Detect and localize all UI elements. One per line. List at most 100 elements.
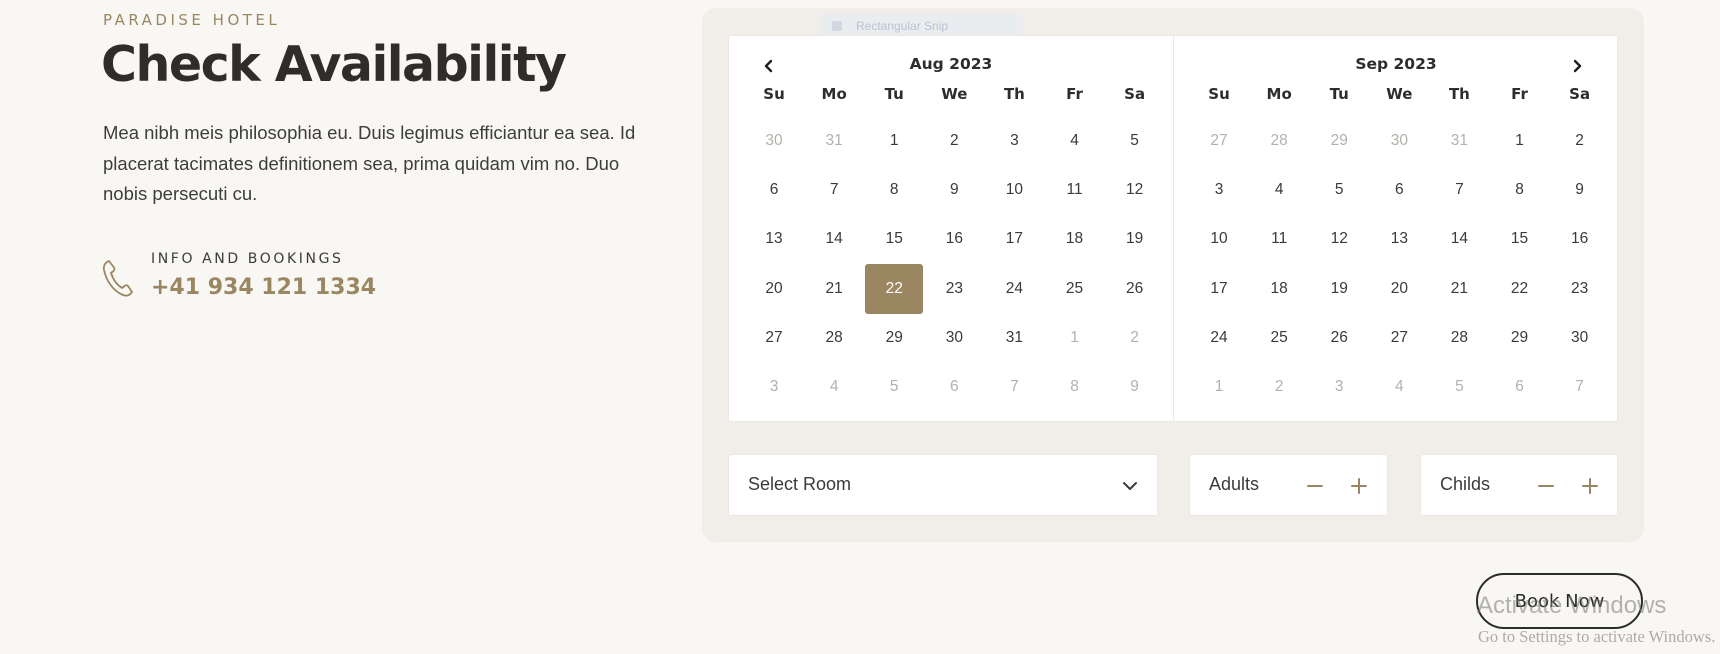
calendar-day[interactable]: 7	[984, 362, 1044, 411]
calendar-day[interactable]: 9	[924, 165, 984, 214]
adults-decrement-button[interactable]	[1302, 473, 1328, 499]
calendar-day[interactable]: 15	[864, 215, 924, 264]
calendar-day[interactable]: 2	[1249, 362, 1309, 411]
calendar-day[interactable]: 1	[1489, 116, 1549, 165]
calendar-day[interactable]: 31	[804, 116, 864, 165]
calendar-day[interactable]: 26	[1105, 264, 1165, 313]
calendar-day[interactable]: 27	[1189, 116, 1249, 165]
calendar-day-number: 19	[1125, 230, 1144, 248]
calendar-day[interactable]: 30	[1369, 116, 1429, 165]
calendar-day[interactable]: 22	[1489, 264, 1549, 313]
calendar-day[interactable]: 2	[1550, 116, 1610, 165]
calendar-day[interactable]: 30	[1550, 313, 1610, 362]
calendar-day[interactable]: 28	[1429, 313, 1489, 362]
calendar-day[interactable]: 7	[1429, 165, 1489, 214]
calendar-day[interactable]: 16	[924, 215, 984, 264]
calendar-day-selected[interactable]: 22	[864, 263, 924, 314]
calendar-day[interactable]: 1	[1189, 362, 1249, 411]
calendar-day-number: 8	[1070, 378, 1079, 396]
calendar-day[interactable]: 28	[1249, 116, 1309, 165]
calendar-day[interactable]: 25	[1249, 313, 1309, 362]
calendar-day[interactable]: 5	[1105, 116, 1165, 165]
calendar-day[interactable]: 16	[1550, 215, 1610, 264]
calendar-day[interactable]: 20	[1369, 264, 1429, 313]
calendar-day[interactable]: 31	[984, 313, 1044, 362]
calendar-day[interactable]: 18	[1044, 215, 1104, 264]
calendar-day[interactable]: 17	[984, 215, 1044, 264]
calendar-day[interactable]: 11	[1249, 215, 1309, 264]
calendar-day[interactable]: 5	[1429, 362, 1489, 411]
calendar-day[interactable]: 31	[1429, 116, 1489, 165]
calendar-day[interactable]: 1	[1044, 313, 1104, 362]
childs-decrement-button[interactable]	[1533, 473, 1559, 499]
calendar-day[interactable]: 19	[1105, 215, 1165, 264]
calendar-day[interactable]: 6	[924, 362, 984, 411]
calendar-day[interactable]: 9	[1550, 165, 1610, 214]
calendar-day-number: 4	[829, 378, 839, 396]
calendar-day[interactable]: 1	[864, 116, 924, 165]
calendar-day[interactable]: 14	[1429, 215, 1489, 264]
calendar-day[interactable]: 29	[1489, 313, 1549, 362]
calendar-day[interactable]: 18	[1249, 264, 1309, 313]
phone-number-link[interactable]: +41 934 121 1334	[151, 275, 376, 300]
calendar-day[interactable]: 24	[984, 264, 1044, 313]
select-room-dropdown[interactable]: Select Room	[728, 454, 1158, 516]
calendar-day[interactable]: 8	[1044, 362, 1104, 411]
calendar-day[interactable]: 3	[984, 116, 1044, 165]
calendar-day[interactable]: 19	[1309, 264, 1369, 313]
weekday-label: We	[1386, 85, 1413, 103]
calendar-day[interactable]: 4	[1249, 165, 1309, 214]
calendar-day[interactable]: 3	[1309, 362, 1369, 411]
calendar-day[interactable]: 9	[1105, 362, 1165, 411]
calendar-day[interactable]: 21	[804, 264, 864, 313]
calendar-day[interactable]: 29	[864, 313, 924, 362]
next-month-button[interactable]	[1563, 52, 1591, 80]
calendar-day[interactable]: 2	[1105, 313, 1165, 362]
calendar-day-number: 21	[825, 279, 843, 297]
childs-increment-button[interactable]	[1577, 473, 1603, 499]
calendar-day[interactable]: 8	[1489, 165, 1549, 214]
calendar-day[interactable]: 12	[1309, 215, 1369, 264]
calendar-day[interactable]: 10	[984, 165, 1044, 214]
calendar-day[interactable]: 5	[1309, 165, 1369, 214]
calendar-day[interactable]: 6	[1369, 165, 1429, 214]
calendar-day[interactable]: 12	[1105, 165, 1165, 214]
calendar-day[interactable]: 4	[1369, 362, 1429, 411]
calendar-day[interactable]: 21	[1429, 264, 1489, 313]
calendar-day[interactable]: 20	[744, 264, 804, 313]
calendar-day[interactable]: 15	[1489, 215, 1549, 264]
calendar-day[interactable]: 3	[744, 362, 804, 411]
calendar-day[interactable]: 13	[744, 215, 804, 264]
page-title: Check Availability	[101, 36, 567, 93]
calendar-day[interactable]: 27	[744, 313, 804, 362]
calendar-day[interactable]: 10	[1189, 215, 1249, 264]
calendar-day[interactable]: 3	[1189, 165, 1249, 214]
calendar-day[interactable]: 30	[924, 313, 984, 362]
calendar-day[interactable]: 24	[1189, 313, 1249, 362]
calendar-day[interactable]: 7	[804, 165, 864, 214]
select-room-label: Select Room	[748, 474, 852, 494]
calendar-day[interactable]: 23	[924, 264, 984, 313]
adults-increment-button[interactable]	[1346, 473, 1372, 499]
calendar-day[interactable]: 13	[1369, 215, 1429, 264]
calendar-day[interactable]: 2	[924, 116, 984, 165]
calendar-day[interactable]: 14	[804, 215, 864, 264]
calendar-day[interactable]: 4	[1044, 116, 1104, 165]
plus-icon	[1582, 478, 1598, 494]
calendar-day[interactable]: 30	[744, 116, 804, 165]
calendar-day[interactable]: 27	[1369, 313, 1429, 362]
calendar-day[interactable]: 29	[1309, 116, 1369, 165]
calendar-day[interactable]: 25	[1044, 264, 1104, 313]
calendar-day[interactable]: 26	[1309, 313, 1369, 362]
calendar-day[interactable]: 5	[864, 362, 924, 411]
calendar-day[interactable]: 28	[804, 313, 864, 362]
calendar-day[interactable]: 17	[1189, 264, 1249, 313]
calendar-day[interactable]: 23	[1550, 264, 1610, 313]
calendar-day-number: 11	[1271, 230, 1288, 248]
calendar-day[interactable]: 4	[804, 362, 864, 411]
calendar-day[interactable]: 6	[744, 165, 804, 214]
calendar-day[interactable]: 8	[864, 165, 924, 214]
calendar-day[interactable]: 7	[1550, 362, 1610, 411]
calendar-day[interactable]: 11	[1044, 165, 1104, 214]
calendar-day[interactable]: 6	[1489, 362, 1549, 411]
